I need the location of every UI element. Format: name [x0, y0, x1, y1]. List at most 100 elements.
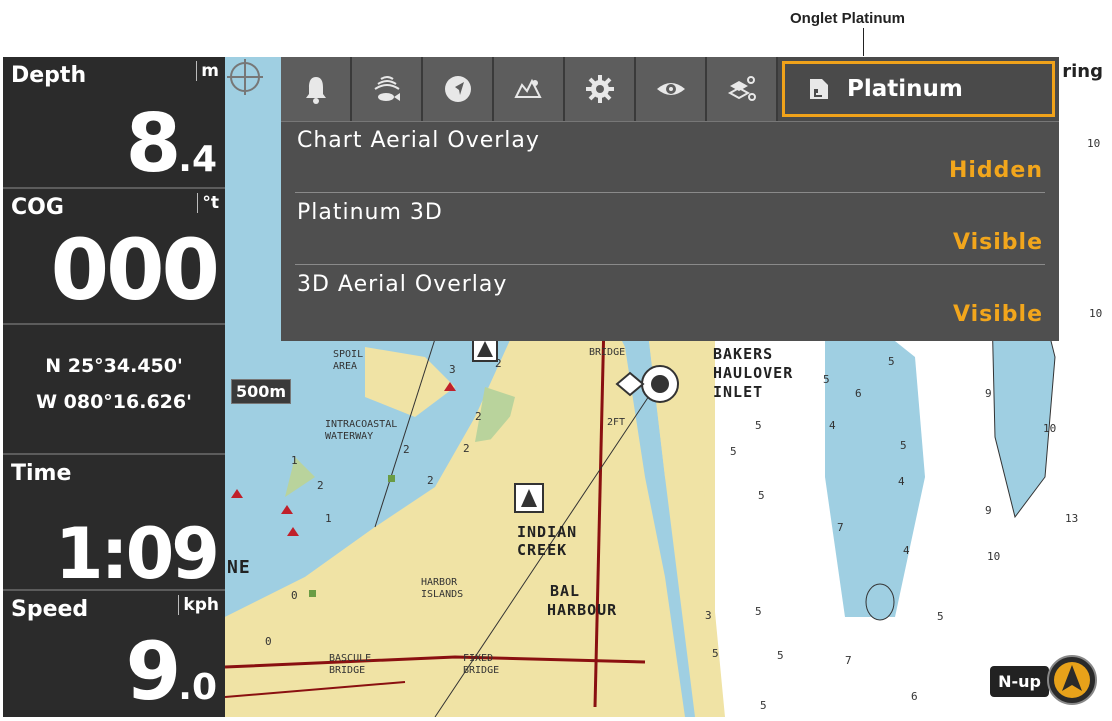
- label-area: AREA: [333, 361, 358, 372]
- depth-sounding: 1: [325, 512, 332, 525]
- depth-sounding: 0: [291, 589, 298, 602]
- depth-sounding: 6: [855, 387, 862, 400]
- cog-title: COG: [11, 195, 64, 220]
- menu-item-3d-aerial-overlay[interactable]: 3D Aerial Overlay Visible: [281, 266, 1059, 338]
- speed-value-decimal: .0: [178, 667, 217, 708]
- label-fixed: FIXED: [463, 653, 494, 664]
- longitude-value: W 080°16.626': [36, 391, 192, 413]
- callout-pointer-line: [863, 28, 864, 56]
- navigation-icon: [444, 76, 471, 102]
- menu-divider: [295, 264, 1045, 265]
- gear-icon: [585, 75, 614, 103]
- depth-sounding: 7: [845, 654, 852, 667]
- fish-sonar-icon: [373, 76, 400, 101]
- settings-tab[interactable]: [565, 57, 636, 121]
- depth-sounding: 3: [705, 609, 712, 622]
- depth-sounding: 4: [829, 419, 836, 432]
- label-fixed-bridge: BRIDGE: [463, 665, 500, 676]
- menu-item-value[interactable]: Visible: [953, 230, 1043, 255]
- depth-sounding: 10: [987, 550, 1001, 563]
- menu-item-value[interactable]: Visible: [953, 302, 1043, 327]
- depth-sounding: 5: [888, 355, 895, 368]
- depth-sounding: 13: [1065, 512, 1079, 525]
- depth-sounding: 5: [760, 699, 767, 712]
- depth-sounding: 5: [730, 445, 737, 458]
- offshore-shoal-4: [865, 583, 895, 621]
- callout-label: Onglet Platinum: [790, 10, 906, 27]
- depth-sounding: 5: [777, 649, 784, 662]
- depth-sounding: 5: [823, 373, 830, 386]
- depth-sounding: 1: [291, 454, 298, 467]
- vessel-position-core: [651, 375, 669, 393]
- orientation-label[interactable]: N-up: [990, 666, 1049, 697]
- label-spoil: SPOIL: [333, 349, 364, 360]
- depth-value-main: 8: [125, 97, 182, 190]
- device-screen: ring 500m BAKERS HAULOVER INLET INDIAN C…: [3, 57, 1107, 717]
- platinum-submenu: Chart Aerial Overlay Hidden Platinum 3D …: [281, 121, 1059, 341]
- label-harbour: HARBOUR: [547, 601, 618, 619]
- depth-sounding: 4: [898, 475, 905, 488]
- bell-icon: [305, 77, 326, 104]
- depth-sounding: 5: [755, 605, 762, 618]
- label-intracoastal: INTRACOASTAL: [325, 419, 398, 430]
- alarms-tab[interactable]: [281, 57, 352, 121]
- views-tab[interactable]: [636, 57, 707, 121]
- depth-sounding: 10: [1043, 422, 1057, 435]
- label-top-bridge: BRIDGE: [589, 347, 626, 358]
- time-panel[interactable]: Time 1:09: [3, 455, 225, 595]
- depth-sounding: 10: [1089, 307, 1103, 320]
- layers-icon: [727, 76, 756, 101]
- label-islands: ISLANDS: [421, 589, 464, 600]
- road-3: [225, 681, 406, 698]
- navigation-tab[interactable]: [423, 57, 494, 121]
- menu-item-label: Chart Aerial Overlay: [297, 128, 540, 153]
- cog-panel[interactable]: COG °t 000: [3, 189, 225, 325]
- menu-item-label: 3D Aerial Overlay: [297, 272, 508, 297]
- label-bascule-bridge: BRIDGE: [329, 665, 366, 676]
- data-sidebar: Depth m 8.4 COG °t 000 N 25°34.450' W 08…: [3, 57, 225, 717]
- cog-value: 000: [50, 221, 220, 319]
- chart-icon: [513, 78, 542, 98]
- cog-unit: °t: [197, 193, 219, 213]
- depth-value: 8.4: [126, 97, 217, 190]
- menu-divider: [295, 192, 1045, 193]
- north-arrow-icon[interactable]: [1047, 655, 1097, 705]
- platinum-tab[interactable]: Platinum: [782, 61, 1055, 117]
- layers-tab[interactable]: [707, 57, 778, 121]
- depth-panel[interactable]: Depth m 8.4: [3, 57, 225, 190]
- menu-item-value[interactable]: Hidden: [949, 158, 1043, 183]
- sonar-tab[interactable]: [352, 57, 423, 121]
- top-right-partial-label: ring: [1062, 61, 1103, 82]
- depth-sounding: 2: [475, 410, 482, 423]
- label-inlet: INLET: [713, 383, 764, 401]
- depth-sounding: 5: [755, 419, 762, 432]
- label-bal: BAL: [550, 582, 581, 600]
- chart-tab[interactable]: [494, 57, 565, 121]
- depth-sounding: 2: [317, 479, 324, 492]
- label-harbor: HARBOR: [421, 577, 458, 588]
- position-panel[interactable]: N 25°34.450' W 080°16.626': [3, 325, 225, 455]
- depth-sounding: 7: [837, 521, 844, 534]
- label-bakers: BAKERS: [713, 345, 774, 363]
- speed-value-main: 9: [125, 625, 182, 717]
- depth-sounding: 5: [712, 647, 719, 660]
- label-indian: INDIAN: [517, 523, 578, 541]
- depth-sounding: 5: [937, 610, 944, 623]
- menu-item-label: Platinum 3D: [297, 200, 443, 225]
- x-press-menu-toolbar: Platinum: [281, 57, 1059, 121]
- label-bascule: BASCULE: [329, 653, 372, 664]
- depth-value-decimal: .4: [178, 139, 217, 180]
- depth-sounding: 5: [900, 439, 907, 452]
- depth-sounding: 3: [449, 363, 456, 376]
- depth-sounding: 4: [903, 544, 910, 557]
- depth-sounding: 5: [758, 489, 765, 502]
- speed-panel[interactable]: Speed kph 9.0: [3, 591, 225, 717]
- menu-item-chart-aerial-overlay[interactable]: Chart Aerial Overlay Hidden: [281, 122, 1059, 194]
- depth-title: Depth: [11, 63, 87, 88]
- platinum-tab-label: Platinum: [847, 76, 963, 102]
- menu-item-platinum-3d[interactable]: Platinum 3D Visible: [281, 194, 1059, 266]
- document-icon: [810, 79, 828, 99]
- cursor-crosshair-icon[interactable]: [225, 57, 265, 97]
- scale-indicator: 500m: [231, 379, 292, 404]
- speed-value: 9.0: [126, 625, 217, 717]
